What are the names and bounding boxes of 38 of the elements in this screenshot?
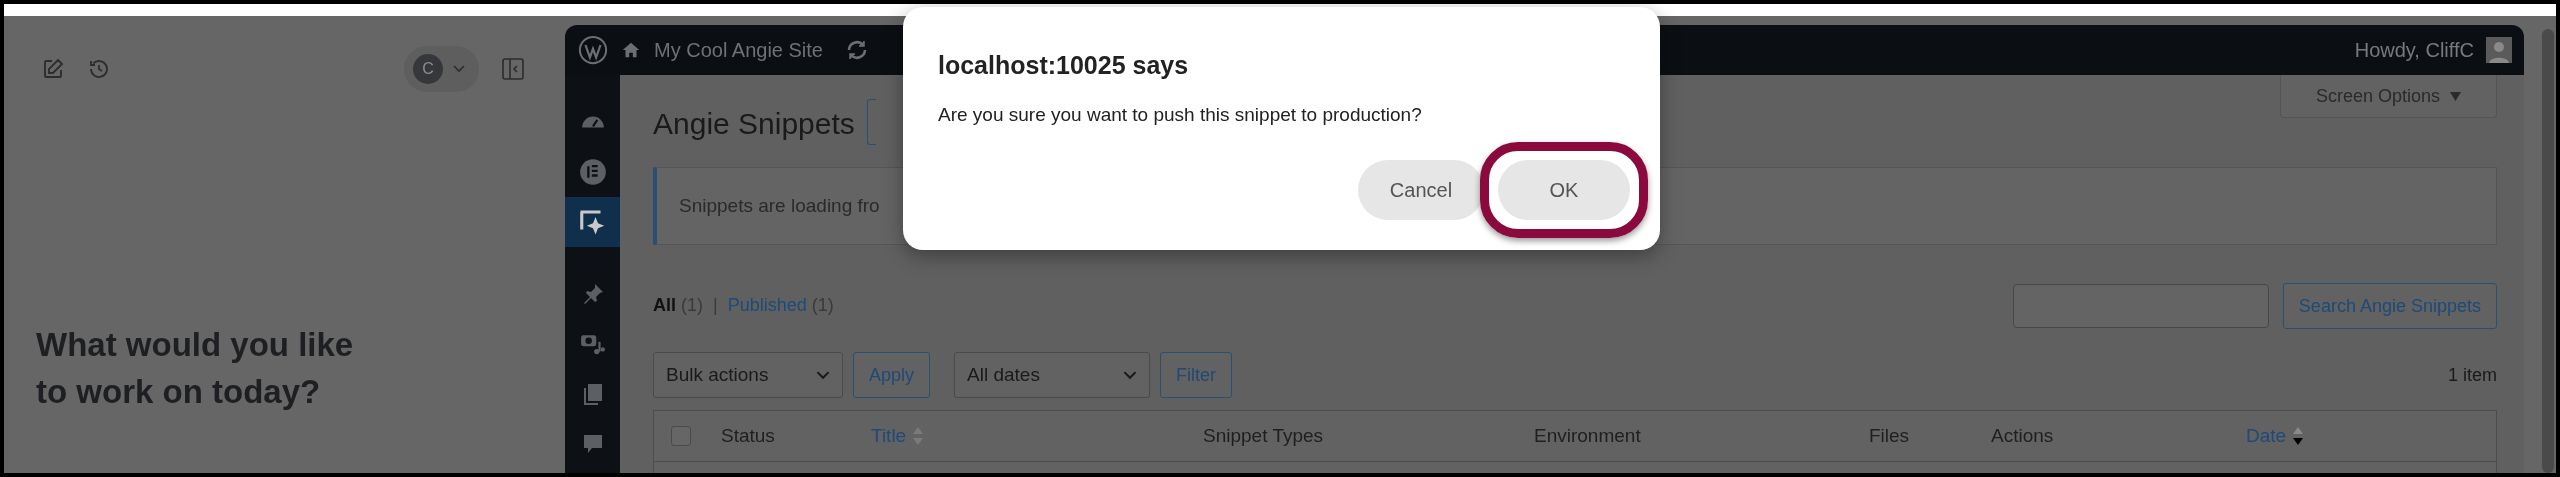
column-header: Environment xyxy=(1534,425,1641,446)
elementor-icon xyxy=(578,158,607,186)
column-header: Files xyxy=(1869,425,1910,446)
chevron-down-icon xyxy=(816,370,830,380)
dialog-button[interactable]: OK xyxy=(1498,160,1630,220)
apply-button[interactable]: Apply xyxy=(853,352,931,398)
chevron-down-icon xyxy=(1123,370,1138,380)
filter-button[interactable]: Filter xyxy=(1160,352,1233,398)
column-header: Actions xyxy=(1991,425,2054,446)
dialog-title: localhost:10025 says xyxy=(938,51,1190,80)
greeting-text[interactable]: Howdy, CliffC xyxy=(2354,38,2474,62)
dialog-message: Are you sure you want to push this snippet to production? xyxy=(938,104,1423,126)
chevron-down-icon xyxy=(453,65,465,73)
sync-icon[interactable] xyxy=(845,38,869,62)
site-name-link[interactable]: My Cool Angie Site xyxy=(654,38,823,62)
page-title: Angie Snippets xyxy=(653,107,855,141)
bulk-actions-select[interactable]: Bulk actions xyxy=(653,352,843,398)
dropdown-triangle-icon xyxy=(2450,91,2462,101)
user-avatar-icon[interactable] xyxy=(2486,37,2512,63)
notice-text: Snippets are loading fro xyxy=(679,195,880,217)
history-icon[interactable] xyxy=(87,57,111,81)
search-input[interactable] xyxy=(2012,284,2269,328)
column-header: Snippet Types xyxy=(1203,425,1324,446)
filter-separator: | xyxy=(713,295,718,316)
column-header: Status xyxy=(721,425,775,446)
sidebar-menu-item[interactable] xyxy=(565,197,620,247)
screen-options-tab[interactable]: Screen Options xyxy=(2280,75,2497,118)
sortable-column-header[interactable]: Title xyxy=(871,425,924,447)
account-menu[interactable]: C xyxy=(404,46,479,92)
sidebar-toggle-icon[interactable] xyxy=(501,57,525,81)
item-count: 1 item xyxy=(2447,364,2497,386)
edit-icon[interactable] xyxy=(41,57,65,81)
welcome-heading: What would you like to work on today? xyxy=(36,325,355,412)
sortable-column-header[interactable]: Date xyxy=(2246,425,2304,447)
date-filter-select[interactable]: All dates xyxy=(954,352,1151,398)
select-all-checkbox[interactable] xyxy=(671,426,691,446)
search-button[interactable]: Search Angie Snippets xyxy=(2282,283,2497,329)
wordpress-logo-icon[interactable] xyxy=(578,35,608,65)
